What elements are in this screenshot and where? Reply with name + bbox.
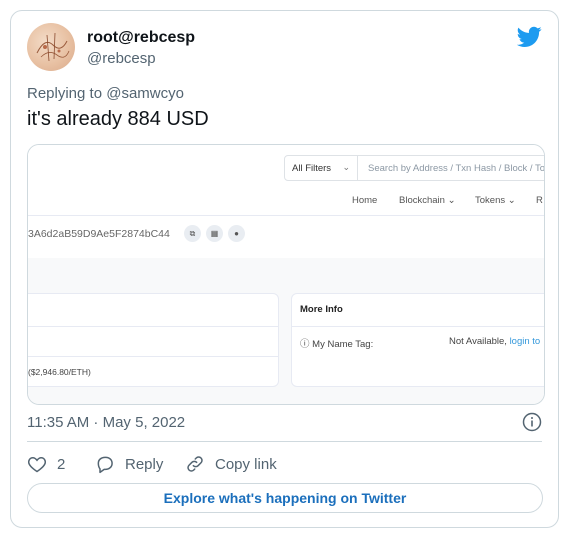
filter-label: All Filters [292,163,332,174]
user-handle[interactable]: @rebcesp [87,50,156,67]
tweet-actions: 2 Reply Copy link [27,453,547,475]
heart-icon [27,456,47,473]
card-divider [292,326,544,327]
explorer-search: Search by Address / Txn Hash / Block / T… [358,155,544,181]
twitter-bird-icon[interactable] [517,26,542,48]
not-available-text: Not Available, [449,336,507,347]
contract-address: 3A6d2aB59D9Ae5F2874bC44 [28,228,170,240]
name-tag-text: My Name Tag: [312,339,374,350]
display-name[interactable]: root@rebcesp [87,29,195,47]
link-icon [187,456,203,472]
copy-link-label: Copy link [215,455,277,473]
tweet-text: it's already 884 USD [27,108,209,130]
info-icon[interactable] [522,412,542,432]
eth-price: ($2,946.80/ETH) [28,367,91,377]
explore-twitter-button[interactable]: Explore what's happening on Twitter [27,483,543,513]
divider [27,441,542,442]
login-link: login to [509,336,541,347]
copy-icon: ⧉ [184,225,201,242]
filter-select: All Filters ⌄ [284,155,358,181]
tweet-timestamp[interactable]: 11:35 AM · May 5, 2022 [27,414,185,431]
nav-tokens: Tokens ⌄ [475,195,516,206]
avatar[interactable] [27,23,75,71]
more-info-title: More Info [300,304,343,315]
nav-blockchain: Blockchain ⌄ [399,195,456,206]
copy-link-button[interactable]: Copy link [185,453,277,475]
name-tag-value: Not Available, login to [449,336,540,347]
help-circle-icon: ⓘ [300,339,310,350]
card-divider [28,326,278,327]
grid-icon: ▦ [206,225,223,242]
card-divider [28,356,278,357]
nav-resources: R [536,195,543,206]
replying-prefix: Replying to [27,85,103,102]
tweet-card: root@rebcesp @rebcesp Replying to @samwc… [10,10,559,528]
mention-link[interactable]: @samwcyo [106,85,184,102]
chevron-down-icon: ⌄ [342,162,350,172]
nav-home: Home [352,195,378,206]
name-tag-label: ⓘ My Name Tag: [300,336,373,350]
reply-icon [97,456,113,474]
replying-to: Replying to @samwcyo [27,85,184,102]
reply-label: Reply [125,455,164,473]
comment-icon: ● [228,225,245,242]
like-count: 2 [57,455,66,473]
like-button[interactable]: 2 [27,453,65,475]
reply-button[interactable]: Reply [95,453,163,475]
tweet-media-screenshot[interactable]: All Filters ⌄ Search by Address / Txn Ha… [27,144,545,405]
